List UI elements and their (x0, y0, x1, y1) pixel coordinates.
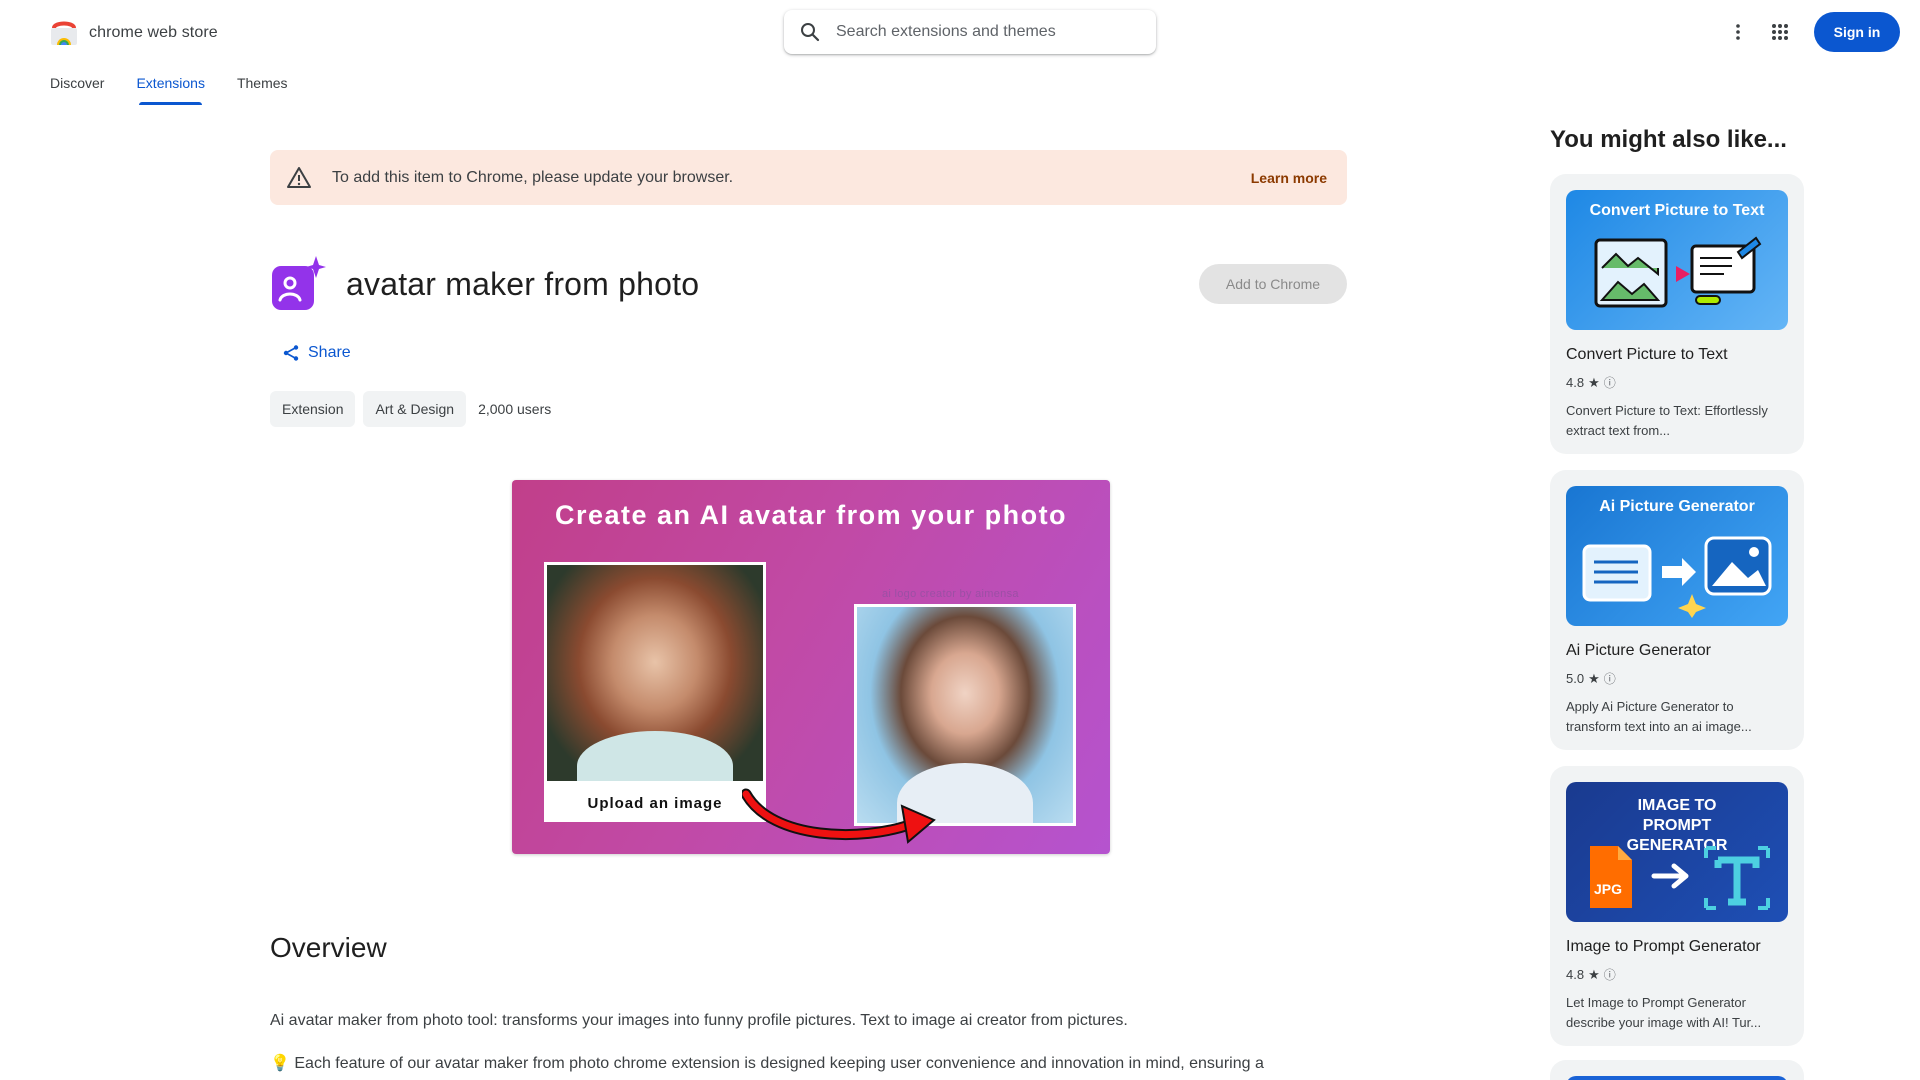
logo-text: chrome web store (89, 24, 218, 41)
card-thumbnail-title: Ai Picture Generator (1599, 498, 1755, 515)
jpg-badge: JPG (1594, 881, 1622, 897)
card-thumbnail: IMAGE TO PROMPT GENERATOR JPG (1566, 782, 1788, 922)
chip-extension[interactable]: Extension (270, 391, 356, 427)
apps-grid-icon[interactable] (1760, 12, 1800, 52)
extension-avatar-icon (272, 256, 326, 310)
extension-title: avatar maker from photo (346, 265, 700, 302)
original-photo (547, 565, 763, 781)
card-name: Image to Prompt Generator (1566, 938, 1761, 955)
card-rating: 5.0 ★ ⓘ (1566, 670, 1788, 687)
search-input[interactable] (836, 23, 1136, 41)
card-description: Apply Ai Picture Generator to transform … (1566, 699, 1752, 734)
overview-paragraph-1: Ai avatar maker from photo tool: transfo… (270, 1012, 1128, 1029)
search-box[interactable] (784, 10, 1156, 54)
card-thumbnail-title: Convert Picture to Text (1589, 202, 1765, 219)
more-vert-icon[interactable] (1718, 12, 1758, 52)
jpg-to-text-icon: JPG (1590, 846, 1770, 910)
recommendation-card[interactable]: Convert Picture to Text Convert Picture … (1550, 174, 1804, 454)
rating-value: 4.8 (1566, 375, 1585, 390)
chip-category[interactable]: Art & Design (363, 391, 467, 427)
promo-watermark: ai logo creator by aimensa (882, 588, 1019, 600)
extension-chips: Extension Art & Design 2,000 users (270, 391, 551, 427)
recommendations-title: You might also like... (1550, 126, 1787, 153)
card-description: Let Image to Prompt Generator describe y… (1566, 995, 1762, 1030)
banner-message: To add this item to Chrome, please updat… (332, 168, 734, 186)
chrome-web-store-logo[interactable]: chrome web store (50, 20, 218, 46)
upload-caption: Upload an image (587, 795, 723, 812)
overview-paragraph-2: 💡 Each feature of our avatar maker from … (270, 1055, 1264, 1080)
recommendation-card-partial[interactable] (1550, 1060, 1804, 1080)
info-icon[interactable]: ⓘ (1604, 966, 1616, 983)
info-icon[interactable]: ⓘ (1604, 670, 1616, 687)
original-photo-frame: Upload an image (544, 562, 766, 822)
star-icon: ★ (1588, 966, 1600, 982)
nav-extensions[interactable]: Extensions (136, 64, 205, 105)
card-name: Ai Picture Generator (1566, 642, 1711, 659)
user-count: 2,000 users (478, 401, 552, 417)
sign-in-button[interactable]: Sign in (1814, 12, 1900, 52)
share-icon (283, 345, 299, 361)
star-icon: ★ (1588, 670, 1600, 686)
card-rating: 4.8 ★ ⓘ (1566, 374, 1788, 391)
info-icon[interactable]: ⓘ (1604, 374, 1616, 391)
add-to-chrome-button[interactable]: Add to Chrome (1199, 264, 1347, 304)
promo-screenshot[interactable]: Create an AI avatar from your photo Uplo… (512, 480, 1110, 854)
promo-title: Create an AI avatar from your photo (554, 500, 1068, 530)
learn-more-link[interactable]: Learn more (1251, 170, 1327, 186)
curved-arrow-icon (742, 788, 936, 844)
recommendation-card[interactable]: Ai Picture Generator Ai Picture Generato… (1550, 470, 1804, 750)
card-thumbnail (1566, 1076, 1788, 1080)
image-to-text-icon (1594, 236, 1762, 308)
warning-icon (287, 166, 311, 188)
recommendation-card[interactable]: IMAGE TO PROMPT GENERATOR JPG Image to P… (1550, 766, 1804, 1046)
header: chrome web store Sign in (0, 0, 1920, 64)
text-to-picture-icon (1582, 536, 1772, 618)
rainbow-logo-icon (50, 20, 78, 46)
extension-title-row: avatar maker from photo Add to Chrome (270, 254, 1347, 314)
update-browser-banner: To add this item to Chrome, please updat… (270, 150, 1347, 205)
share-link[interactable]: Share (282, 344, 351, 362)
star-icon: ★ (1588, 374, 1600, 390)
overview-heading: Overview (270, 932, 387, 963)
rating-value: 5.0 (1566, 671, 1585, 686)
search-icon (801, 23, 820, 42)
card-name: Convert Picture to Text (1566, 346, 1728, 363)
nav-themes[interactable]: Themes (237, 64, 288, 102)
rating-value: 4.8 (1566, 967, 1585, 982)
card-rating: 4.8 ★ ⓘ (1566, 966, 1788, 983)
card-thumbnail: Ai Picture Generator (1566, 486, 1788, 626)
card-thumbnail: Convert Picture to Text (1566, 190, 1788, 330)
header-actions: Sign in (1718, 12, 1900, 52)
card-description: Convert Picture to Text: Effortlessly ex… (1566, 403, 1768, 438)
top-nav: Discover Extensions Themes (50, 64, 320, 105)
nav-discover[interactable]: Discover (50, 64, 104, 102)
share-label: Share (308, 344, 351, 361)
